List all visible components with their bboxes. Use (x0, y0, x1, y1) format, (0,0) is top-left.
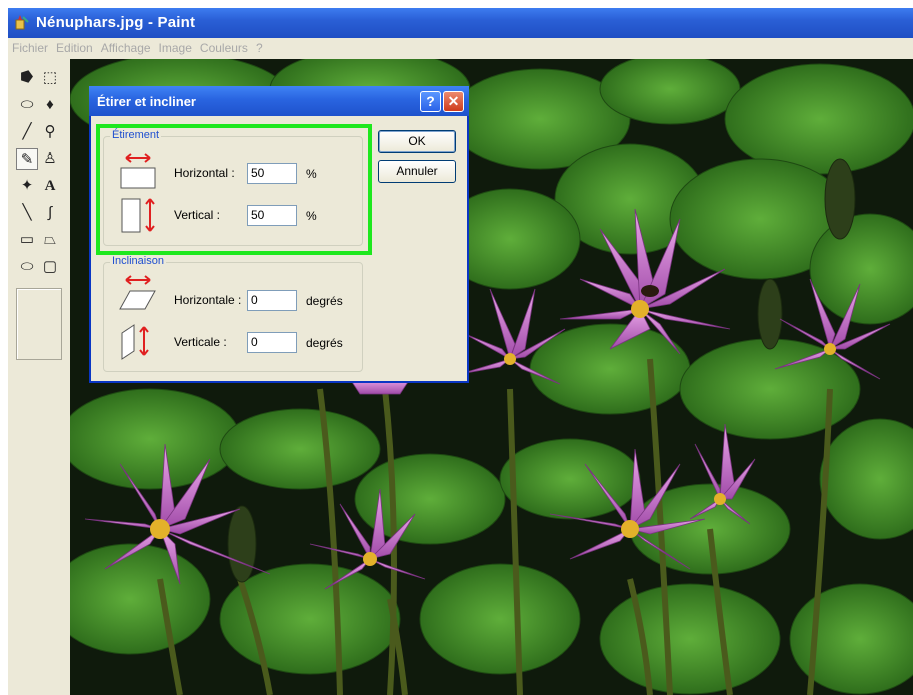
skew-vertical-label: Verticale : (174, 335, 227, 349)
text-icon[interactable]: A (39, 175, 61, 197)
ok-button[interactable]: OK (378, 130, 456, 153)
menu-couleurs[interactable]: Couleurs (195, 38, 251, 55)
skew-legend: Inclinaison (110, 255, 166, 267)
dialog-title-bar: Étirer et incliner ? ✕ (89, 86, 469, 116)
ellipse-icon[interactable]: ⬭ (16, 256, 38, 278)
paint-window: Nénuphars.jpg - Paint Fichier Edition Affi… (0, 0, 913, 695)
help-button[interactable]: ? (420, 91, 441, 112)
magnifier-icon[interactable]: ⚲ (39, 121, 61, 143)
menu-affichage[interactable]: Affichage (96, 38, 154, 55)
rounded-rect-icon[interactable]: ▢ (39, 256, 61, 278)
skew-vertical-input[interactable]: 0 (247, 332, 297, 353)
eraser-icon[interactable]: ⬭ (16, 94, 38, 116)
tool-options-box[interactable] (16, 288, 62, 360)
close-button[interactable]: ✕ (443, 91, 464, 112)
highlight-frame (96, 124, 372, 255)
airbrush-icon[interactable]: ✦ (16, 175, 38, 197)
paint-app-icon (15, 15, 29, 30)
curve-icon[interactable]: ∫ (39, 202, 61, 224)
skew-group: Inclinaison Horizontale : 0 degrés Verti… (103, 255, 363, 372)
polygon-icon[interactable]: ⏢ (39, 229, 61, 251)
skew-horizontal-input[interactable]: 0 (247, 290, 297, 311)
menu-edition[interactable]: Edition (51, 38, 96, 55)
toolbox: ⭓ ⬚ ⬭ ♦ ╱ ⚲ ✎ ♙ ✦ A ╲ ∫ ▭ ⏢ ⬭ ▢ (8, 59, 71, 695)
menu-help[interactable]: ? (251, 38, 266, 55)
title-bar: Nénuphars.jpg - Paint (8, 8, 913, 38)
skew-horizontal-icon (119, 275, 156, 310)
pencil-icon[interactable]: ✎ (16, 148, 38, 170)
rectangle-icon[interactable]: ▭ (16, 229, 38, 251)
line-icon[interactable]: ╲ (16, 202, 38, 224)
free-select-icon[interactable]: ⭓ (16, 67, 38, 89)
menu-image[interactable]: Image (154, 38, 195, 55)
cancel-button[interactable]: Annuler (378, 160, 456, 183)
menu-bar: Fichier Edition Affichage Image Couleurs? (8, 38, 913, 59)
dialog-title: Étirer et incliner (97, 94, 196, 109)
fill-bucket-icon[interactable]: ♦ (39, 94, 61, 116)
brush-icon[interactable]: ♙ (39, 148, 61, 170)
skew-vertical-unit: degrés (306, 336, 343, 350)
skew-horizontal-label: Horizontale : (174, 293, 242, 307)
window-title: Nénuphars.jpg - Paint (36, 14, 196, 31)
color-picker-icon[interactable]: ╱ (16, 121, 38, 143)
skew-vertical-icon (121, 324, 149, 360)
skew-horizontal-unit: degrés (306, 294, 343, 308)
rect-select-icon[interactable]: ⬚ (39, 67, 61, 89)
menu-fichier[interactable]: Fichier (8, 38, 51, 55)
